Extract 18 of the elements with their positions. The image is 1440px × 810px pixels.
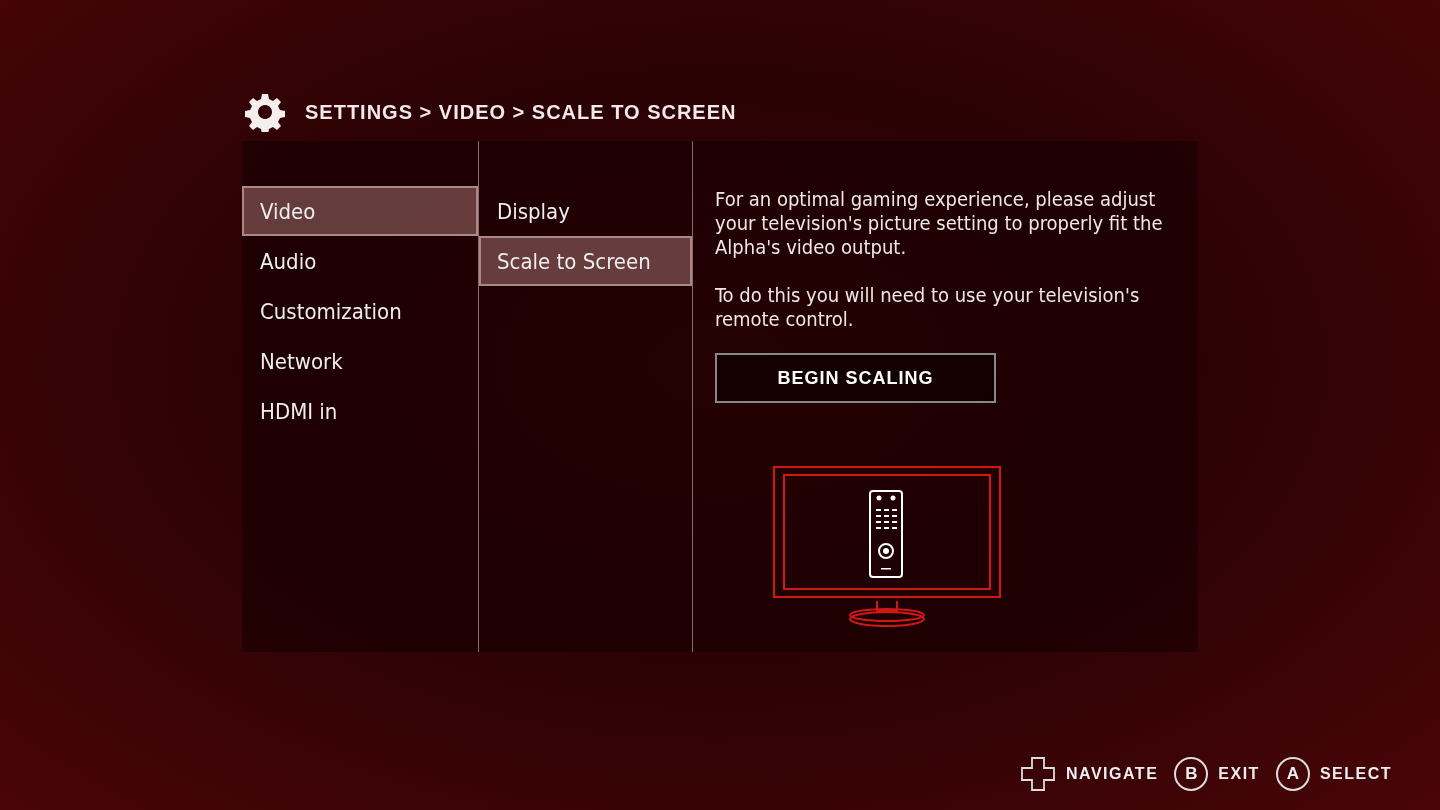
category-item[interactable]: Customization bbox=[242, 286, 478, 336]
begin-scaling-button[interactable]: BEGIN SCALING bbox=[715, 353, 996, 403]
breadcrumb: SETTINGS > VIDEO > SCALE TO SCREEN bbox=[305, 100, 737, 125]
button-key-icon: B bbox=[1174, 757, 1209, 791]
category-item[interactable]: HDMI in bbox=[242, 386, 478, 436]
button-key-icon: A bbox=[1275, 757, 1310, 791]
category-item[interactable]: Video bbox=[242, 186, 478, 236]
subcategory-item[interactable]: Scale to Screen bbox=[479, 236, 692, 286]
description-text: For an optimal gaming experience, please adjust your television's picture setting to properly fit the Alpha's video output. bbox=[715, 187, 1164, 259]
control-hint: EXIT bbox=[1218, 764, 1260, 784]
control-hint: NAVIGATE bbox=[1066, 764, 1159, 784]
description-text: To do this you will need to use your television's remote control. bbox=[715, 283, 1141, 331]
subcategory-item[interactable]: Display bbox=[479, 186, 692, 236]
category-item[interactable]: Network bbox=[242, 336, 478, 386]
control-hint: SELECT bbox=[1319, 764, 1392, 784]
gear-icon bbox=[245, 92, 285, 132]
dpad-icon bbox=[1020, 756, 1056, 792]
category-item[interactable]: Audio bbox=[242, 236, 478, 286]
